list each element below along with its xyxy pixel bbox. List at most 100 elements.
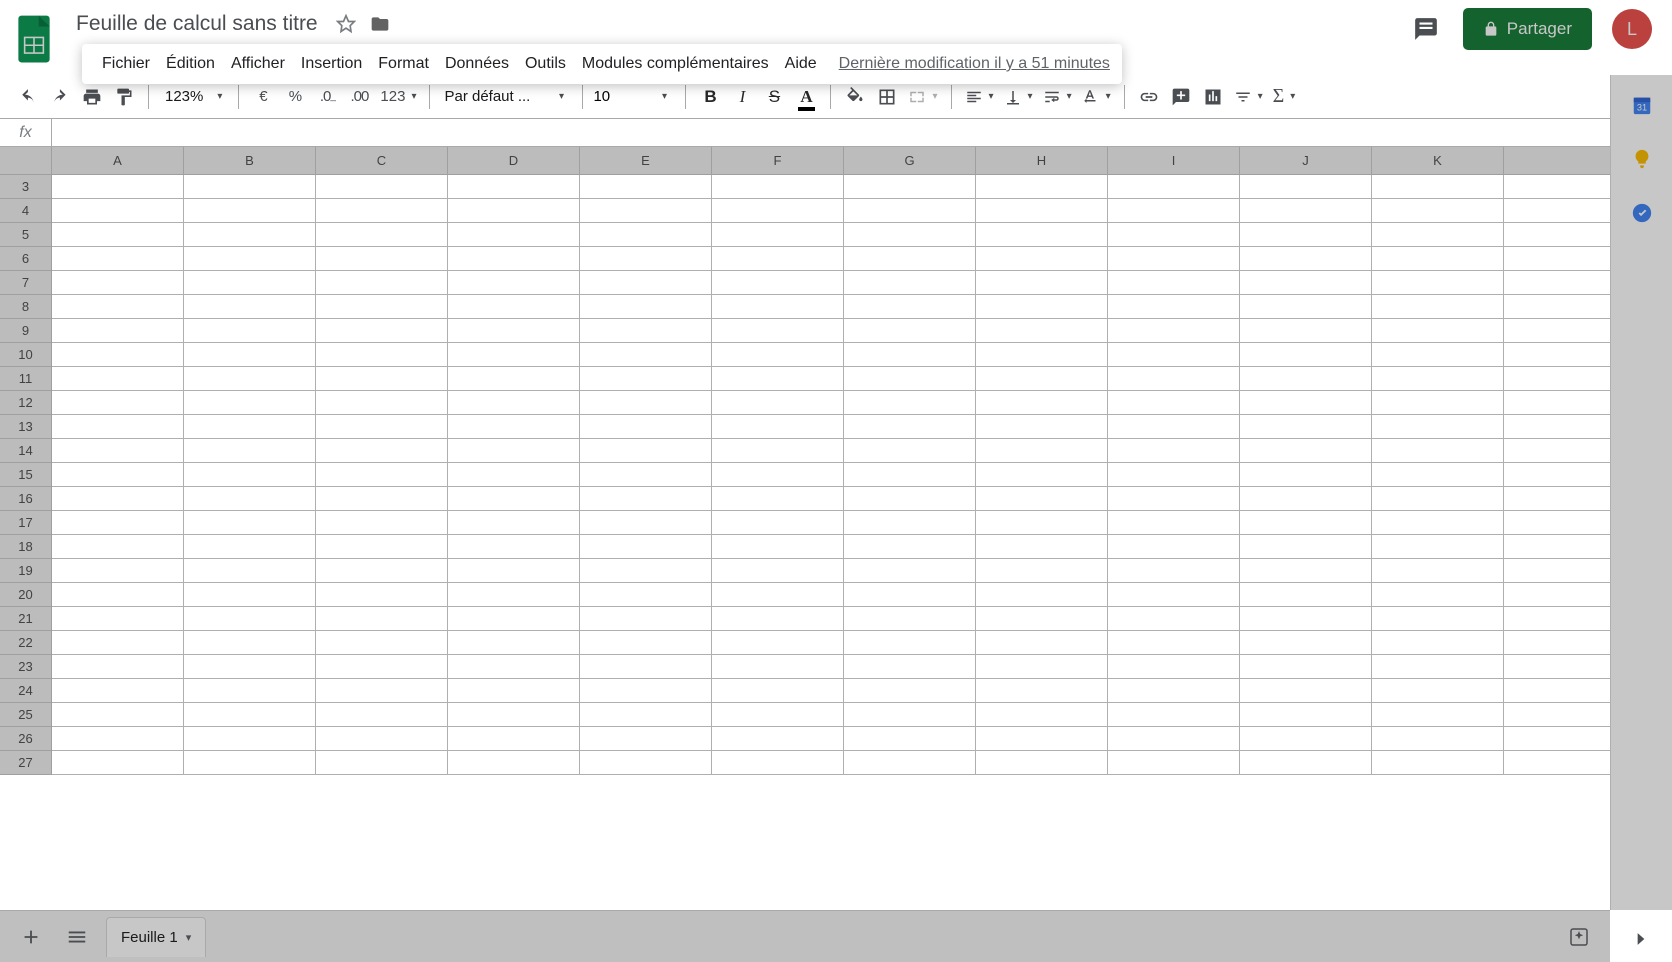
- menu-outils[interactable]: Outils: [517, 51, 574, 77]
- print-button[interactable]: [78, 82, 106, 112]
- cell[interactable]: [448, 631, 580, 655]
- cell[interactable]: [1240, 487, 1372, 511]
- cell[interactable]: [184, 247, 316, 271]
- cell[interactable]: [1240, 679, 1372, 703]
- cell[interactable]: [844, 415, 976, 439]
- cell[interactable]: [52, 583, 184, 607]
- cell[interactable]: [448, 583, 580, 607]
- doc-title-input[interactable]: Feuille de calcul sans titre: [70, 10, 324, 38]
- cell[interactable]: [1240, 343, 1372, 367]
- cell[interactable]: [976, 583, 1108, 607]
- column-header[interactable]: J: [1240, 147, 1372, 175]
- row-header[interactable]: 3: [0, 175, 52, 199]
- cell[interactable]: [52, 463, 184, 487]
- cell[interactable]: [1108, 487, 1240, 511]
- menu-edition[interactable]: Édition: [158, 51, 223, 77]
- cell[interactable]: [976, 463, 1108, 487]
- cell[interactable]: [52, 223, 184, 247]
- column-header[interactable]: B: [184, 147, 316, 175]
- menu-fichier[interactable]: Fichier: [94, 51, 158, 77]
- cell[interactable]: [976, 391, 1108, 415]
- cell[interactable]: [1240, 703, 1372, 727]
- cell[interactable]: [976, 295, 1108, 319]
- cell[interactable]: [52, 295, 184, 319]
- cell[interactable]: [1240, 199, 1372, 223]
- cell[interactable]: [52, 631, 184, 655]
- cell[interactable]: [184, 727, 316, 751]
- cell[interactable]: [316, 535, 448, 559]
- cell[interactable]: [976, 511, 1108, 535]
- cell[interactable]: [184, 679, 316, 703]
- cell[interactable]: [844, 391, 976, 415]
- cell[interactable]: [1240, 631, 1372, 655]
- cell[interactable]: [580, 199, 712, 223]
- cell[interactable]: [184, 175, 316, 199]
- cell[interactable]: [316, 199, 448, 223]
- cell[interactable]: [712, 271, 844, 295]
- cell[interactable]: [316, 175, 448, 199]
- cell[interactable]: [844, 439, 976, 463]
- cell[interactable]: [184, 439, 316, 463]
- font-size-dropdown-icon[interactable]: [647, 82, 675, 112]
- cell[interactable]: [448, 703, 580, 727]
- cell[interactable]: [1240, 655, 1372, 679]
- cell[interactable]: [316, 679, 448, 703]
- cell[interactable]: [580, 751, 712, 775]
- cell[interactable]: [184, 751, 316, 775]
- cell[interactable]: [844, 199, 976, 223]
- cell[interactable]: [712, 223, 844, 247]
- cell[interactable]: [844, 463, 976, 487]
- menu-format[interactable]: Format: [370, 51, 437, 77]
- cell[interactable]: [184, 367, 316, 391]
- all-sheets-button[interactable]: [60, 920, 94, 954]
- cell[interactable]: [1108, 679, 1240, 703]
- cell[interactable]: [712, 631, 844, 655]
- undo-button[interactable]: [14, 82, 42, 112]
- cell[interactable]: [1372, 343, 1504, 367]
- cell[interactable]: [184, 271, 316, 295]
- insert-link-button[interactable]: [1135, 82, 1163, 112]
- account-avatar[interactable]: L: [1612, 9, 1652, 49]
- cell[interactable]: [1240, 583, 1372, 607]
- cell[interactable]: [1372, 631, 1504, 655]
- decrease-decimal-button[interactable]: .0_: [313, 82, 341, 112]
- cell[interactable]: [52, 175, 184, 199]
- cell[interactable]: [976, 607, 1108, 631]
- row-header[interactable]: 17: [0, 511, 52, 535]
- cell[interactable]: [580, 679, 712, 703]
- cell[interactable]: [712, 439, 844, 463]
- cell[interactable]: [448, 559, 580, 583]
- cell[interactable]: [1372, 655, 1504, 679]
- row-header[interactable]: 27: [0, 751, 52, 775]
- row-header[interactable]: 21: [0, 607, 52, 631]
- cell[interactable]: [1372, 559, 1504, 583]
- cell[interactable]: [1108, 439, 1240, 463]
- cell[interactable]: [316, 751, 448, 775]
- cell[interactable]: [448, 727, 580, 751]
- cell[interactable]: [1372, 247, 1504, 271]
- cell[interactable]: [448, 367, 580, 391]
- cell[interactable]: [844, 703, 976, 727]
- cell[interactable]: [316, 439, 448, 463]
- cell[interactable]: [184, 223, 316, 247]
- cell[interactable]: [1372, 319, 1504, 343]
- row-header[interactable]: 7: [0, 271, 52, 295]
- cell[interactable]: [712, 247, 844, 271]
- column-header[interactable]: A: [52, 147, 184, 175]
- cell[interactable]: [1372, 175, 1504, 199]
- row-header[interactable]: 18: [0, 535, 52, 559]
- cell[interactable]: [448, 391, 580, 415]
- cell[interactable]: [844, 559, 976, 583]
- calendar-icon[interactable]: 31: [1630, 93, 1654, 117]
- cell[interactable]: [1108, 535, 1240, 559]
- cell[interactable]: [976, 271, 1108, 295]
- cell[interactable]: [184, 391, 316, 415]
- cell[interactable]: [1108, 703, 1240, 727]
- row-header[interactable]: 19: [0, 559, 52, 583]
- cell[interactable]: [316, 271, 448, 295]
- cell[interactable]: [316, 559, 448, 583]
- cell[interactable]: [448, 415, 580, 439]
- cell[interactable]: [1240, 607, 1372, 631]
- cell[interactable]: [1240, 415, 1372, 439]
- cell[interactable]: [448, 511, 580, 535]
